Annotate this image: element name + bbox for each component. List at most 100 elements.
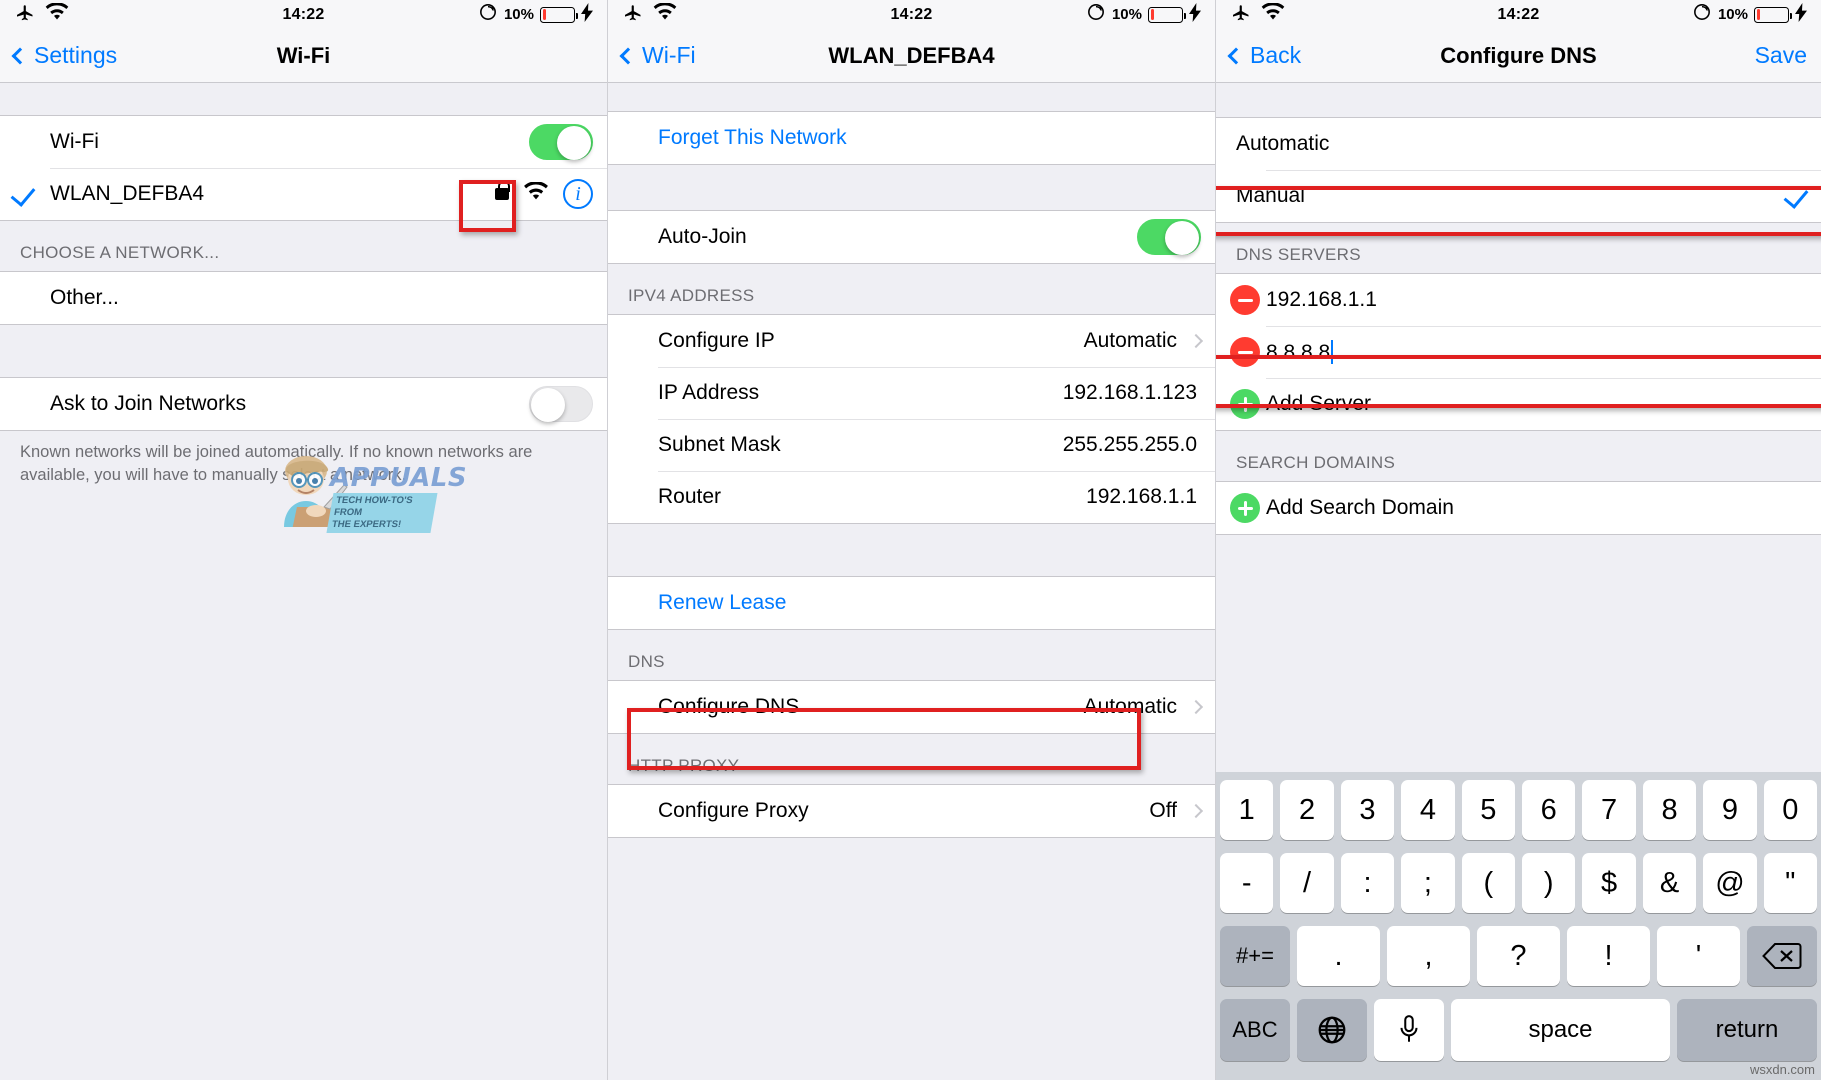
charging-bolt-icon [1189,2,1201,27]
wifi-row-label: Wi-Fi [50,130,99,153]
key-period[interactable]: . [1297,926,1380,986]
page-title: Configure DNS [1440,42,1597,68]
key-paren-close[interactable]: ) [1522,853,1576,913]
ip-address-label: IP Address [658,381,760,404]
row-renew-lease[interactable]: Renew Lease [608,577,1215,629]
panel-network-detail: 14:22 10% Wi-Fi WLAN_DEFBA4 Forget This … [607,0,1215,1080]
ask-to-join-toggle[interactable] [529,386,593,422]
back-button-settings[interactable]: Settings [11,42,118,69]
auto-join-group: Auto-Join [608,210,1215,264]
key-colon[interactable]: : [1340,853,1395,913]
ask-to-join-footnote: Known networks will be joined automatica… [20,443,533,485]
add-icon[interactable] [1230,493,1260,523]
key-9[interactable]: 9 [1703,780,1757,840]
rotation-lock-icon [1086,2,1106,27]
status-bar: 14:22 10% [0,0,607,29]
microphone-icon[interactable] [1374,999,1444,1061]
chevron-left-icon [11,47,29,64]
key-symbols-toggle[interactable]: #+= [1220,926,1290,986]
keyboard-row-bottom: ABC space return [1220,999,1817,1061]
dns-servers-group: 192.168.1.1 8.8.8.8 Add Server [1216,273,1821,431]
key-apostrophe[interactable]: ' [1657,926,1740,986]
key-comma[interactable]: , [1387,926,1470,986]
key-1[interactable]: 1 [1219,780,1274,840]
router-label: Router [658,485,722,508]
key-7[interactable]: 7 [1582,780,1636,840]
key-hyphen[interactable]: - [1219,853,1274,913]
row-other-network[interactable]: Other... [0,272,607,324]
key-question[interactable]: ? [1477,926,1560,986]
row-forget-network[interactable]: Forget This Network [608,112,1215,164]
save-button[interactable]: Save [1755,42,1807,69]
row-dns-server[interactable]: 8.8.8.8 [1216,326,1821,378]
row-mode-manual[interactable]: Manual [1216,170,1821,222]
key-space[interactable]: space [1451,999,1670,1061]
key-ampersand[interactable]: & [1642,853,1697,913]
key-8[interactable]: 8 [1642,780,1697,840]
dns-server-value: 8.8.8.8 [1266,340,1331,364]
key-exclamation[interactable]: ! [1567,926,1650,986]
nav-bar-network: Wi-Fi WLAN_DEFBA4 [608,29,1215,83]
wifi-toggle[interactable] [529,124,593,160]
row-router: Router 192.168.1.1 [608,471,1215,523]
row-auto-join[interactable]: Auto-Join [608,211,1215,263]
key-abc[interactable]: ABC [1220,999,1290,1061]
row-add-search-domain[interactable]: Add Search Domain [1216,482,1821,534]
status-bar: 14:22 10% [608,0,1215,29]
globe-icon[interactable] [1297,999,1367,1061]
battery-icon [1148,6,1186,23]
back-button-label: Settings [34,42,118,68]
rotation-lock-icon [478,2,498,27]
row-configure-dns[interactable]: Configure DNS Automatic [608,681,1215,733]
row-configure-ip[interactable]: Configure IP Automatic [608,315,1215,367]
configure-dns-label: Configure DNS [658,695,800,718]
mode-automatic-label: Automatic [1236,132,1330,155]
row-wifi-toggle[interactable]: Wi-Fi [0,116,607,168]
forget-network-group: Forget This Network [608,111,1215,165]
remove-icon[interactable] [1230,337,1260,367]
key-return[interactable]: return [1677,999,1817,1061]
key-5[interactable]: 5 [1461,780,1515,840]
http-proxy-header: HTTP PROXY [628,756,740,775]
row-ask-to-join[interactable]: Ask to Join Networks [0,378,607,430]
add-icon[interactable] [1230,389,1260,419]
row-configure-proxy[interactable]: Configure Proxy Off [608,785,1215,837]
rotation-lock-icon [1692,2,1712,27]
remove-icon[interactable] [1230,285,1260,315]
chevron-right-icon [1188,803,1204,819]
key-6[interactable]: 6 [1522,780,1576,840]
row-add-server[interactable]: Add Server [1216,378,1821,430]
info-icon[interactable]: i [563,179,593,209]
key-3[interactable]: 3 [1340,780,1395,840]
row-dns-server[interactable]: 192.168.1.1 [1216,274,1821,326]
router-value: 192.168.1.1 [1086,485,1197,508]
backspace-icon[interactable] [1747,926,1817,986]
key-paren-open[interactable]: ( [1461,853,1515,913]
battery-percent: 10% [1111,6,1142,23]
key-0[interactable]: 0 [1763,780,1818,840]
dns-server-input[interactable]: 8.8.8.8 [1266,339,1807,365]
back-button-label: Wi-Fi [642,42,696,68]
panel-wifi-settings: 14:22 10% Settings Wi-Fi Wi-Fi WLAN_DEFB… [0,0,607,1080]
search-domains-group: Add Search Domain [1216,481,1821,535]
key-dollar[interactable]: $ [1582,853,1636,913]
back-button-wifi[interactable]: Wi-Fi [619,42,696,69]
auto-join-toggle[interactable] [1137,219,1201,255]
key-semicolon[interactable]: ; [1401,853,1455,913]
key-2[interactable]: 2 [1280,780,1334,840]
key-at[interactable]: @ [1703,853,1757,913]
chevron-right-icon [1188,699,1204,715]
back-button[interactable]: Back [1227,42,1301,69]
key-4[interactable]: 4 [1401,780,1455,840]
row-connected-network[interactable]: WLAN_DEFBA4 i [0,168,607,220]
ipv4-header: IPV4 ADDRESS [628,286,755,305]
row-ip-address: IP Address 192.168.1.123 [608,367,1215,419]
network-name: WLAN_DEFBA4 [50,182,205,205]
http-proxy-group: Configure Proxy Off [608,784,1215,838]
keyboard-row-symbols: - / : ; ( ) $ & @ " [1219,853,1818,913]
dns-group: Configure DNS Automatic [608,680,1215,734]
key-quote-double[interactable]: " [1763,853,1818,913]
key-slash[interactable]: / [1280,853,1334,913]
row-mode-automatic[interactable]: Automatic [1216,118,1821,170]
numeric-symbol-keyboard[interactable]: 1 2 3 4 5 6 7 8 9 0 - / : ; ( ) $ & @ " … [1216,772,1821,1080]
